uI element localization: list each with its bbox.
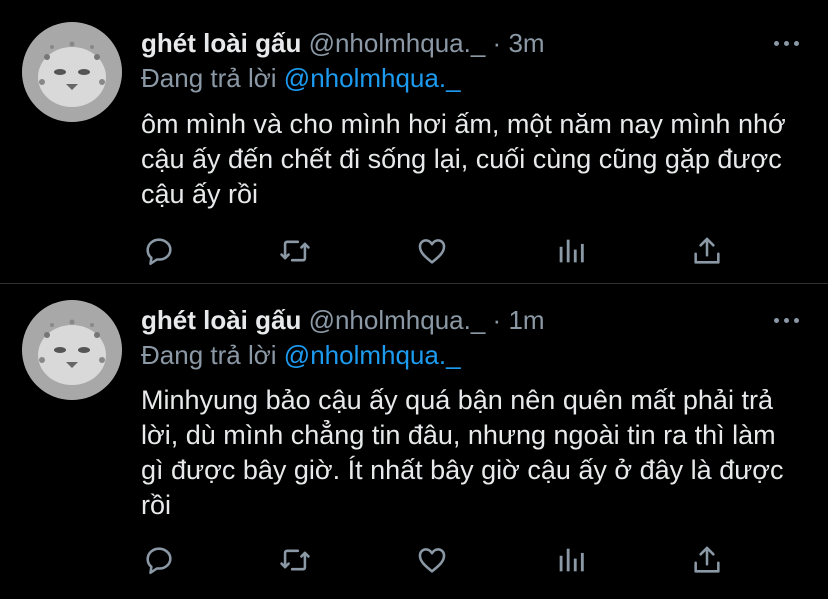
avatar[interactable]	[22, 300, 122, 400]
retweet-icon[interactable]	[277, 233, 313, 269]
timestamp[interactable]: 1m	[508, 305, 544, 335]
tweet-text: ôm mình và cho mình hơi ấm, một năm nay …	[141, 109, 786, 209]
reply-prefix: Đang trả lời	[141, 340, 277, 370]
separator: ·	[492, 305, 502, 335]
analytics-icon[interactable]	[553, 233, 589, 269]
tweet[interactable]: ghét loài gấu @nholmhqua._ · 1m Đang trả…	[0, 284, 828, 598]
action-bar	[141, 233, 741, 269]
display-name[interactable]: ghét loài gấu	[141, 305, 301, 335]
reply-mention-link[interactable]: @nholmhqua._	[284, 63, 461, 93]
timestamp[interactable]: 3m	[508, 28, 544, 58]
analytics-icon[interactable]	[553, 542, 589, 578]
reply-icon[interactable]	[141, 542, 177, 578]
more-options-icon[interactable]	[774, 40, 800, 48]
separator: ·	[492, 28, 502, 58]
more-options-icon[interactable]	[774, 317, 800, 325]
snow-leopard-avatar-icon	[22, 300, 122, 400]
like-icon[interactable]	[414, 233, 450, 269]
reply-context: Đang trả lời @nholmhqua._	[141, 340, 461, 370]
tweet-text: Minhyung bảo cậu ấy quá bận nên quên mất…	[141, 385, 784, 520]
like-icon[interactable]	[414, 542, 450, 578]
snow-leopard-avatar-icon	[22, 22, 122, 122]
user-handle[interactable]: @nholmhqua._	[309, 28, 486, 58]
reply-icon[interactable]	[141, 233, 177, 269]
user-handle[interactable]: @nholmhqua._	[309, 305, 486, 335]
retweet-icon[interactable]	[277, 542, 313, 578]
reply-mention-link[interactable]: @nholmhqua._	[284, 340, 461, 370]
avatar[interactable]	[22, 22, 122, 122]
tweet-header: ghét loài gấu @nholmhqua._ · 3m	[141, 28, 545, 58]
tweet-header: ghét loài gấu @nholmhqua._ · 1m	[141, 305, 545, 335]
share-icon[interactable]	[689, 542, 725, 578]
action-bar	[141, 542, 741, 578]
reply-prefix: Đang trả lời	[141, 63, 277, 93]
reply-context: Đang trả lời @nholmhqua._	[141, 63, 461, 93]
display-name[interactable]: ghét loài gấu	[141, 28, 301, 58]
tweet[interactable]: ghét loài gấu @nholmhqua._ · 3m Đang trả…	[0, 0, 828, 284]
share-icon[interactable]	[689, 233, 725, 269]
